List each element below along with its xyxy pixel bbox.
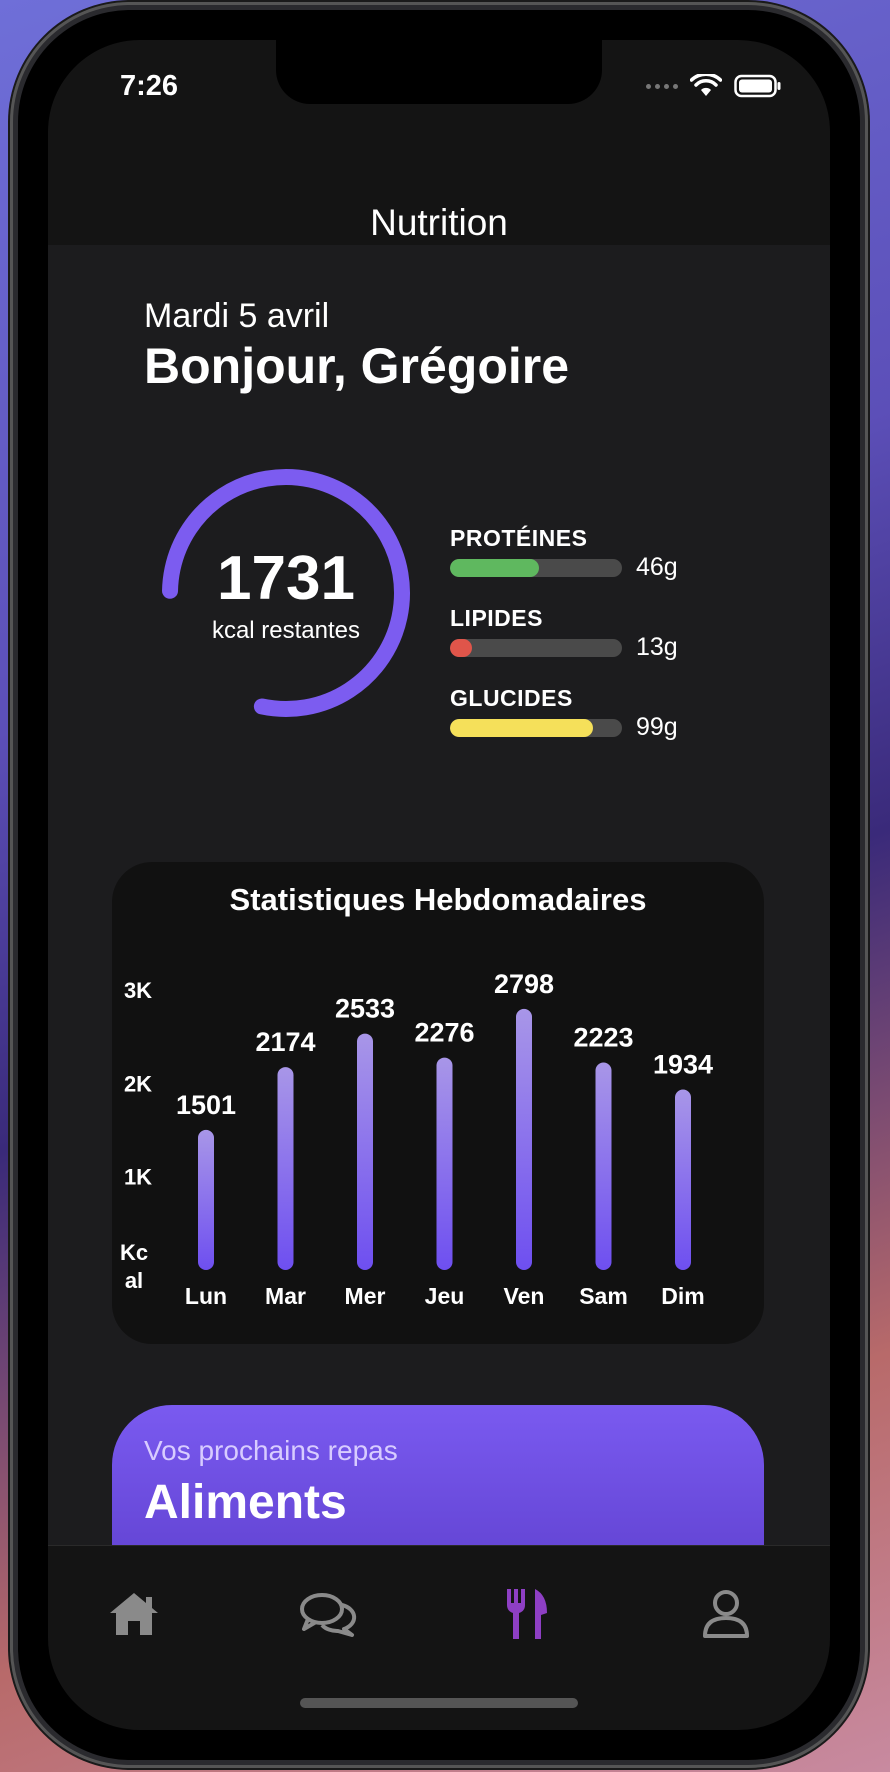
y-axis-unit-label: Kc — [120, 1240, 148, 1265]
x-tick-label: Mar — [265, 1283, 306, 1309]
macro-proteins-fill — [450, 559, 540, 577]
tab-chat[interactable] — [298, 1586, 358, 1642]
bar-value-label: 2174 — [255, 1027, 315, 1057]
wifi-icon — [690, 74, 722, 96]
macro-carbs-label: GLUCIDES — [450, 685, 573, 711]
tab-home[interactable] — [104, 1586, 164, 1642]
chart-bar — [198, 1129, 214, 1270]
status-icons — [646, 74, 782, 98]
macro-carbs-value: 99g — [636, 713, 678, 741]
macro-lipids-bar — [450, 639, 622, 657]
x-tick-label: Jeu — [425, 1283, 465, 1309]
x-tick-label: Sam — [579, 1283, 628, 1309]
macro-proteins-value: 46g — [636, 553, 678, 581]
chart-bar — [516, 1008, 532, 1270]
y-tick-label: 2K — [124, 1071, 152, 1096]
chart-bar — [436, 1057, 453, 1270]
macro-lipids-label: LIPIDES — [450, 605, 543, 631]
chat-bubbles-icon — [300, 1593, 357, 1637]
home-icon — [110, 1593, 158, 1635]
calories-remaining-label: kcal restantes — [211, 617, 361, 644]
status-time: 7:26 — [120, 70, 179, 102]
macro-carbs: GLUCIDES 99g — [450, 685, 710, 745]
tab-profile[interactable] — [696, 1586, 756, 1642]
current-date: Mardi 5 avril — [144, 297, 330, 335]
chart-bar — [277, 1067, 294, 1270]
weekly-stats-chart: 3K 2K 1K Kc al 1501 Lun 2174 Mar 2533 Mer 2276 Jeu 27… — [120, 969, 713, 1309]
calories-remaining-value: 1731 — [217, 544, 355, 613]
macro-carbs-bar — [450, 719, 622, 737]
macro-proteins-bar — [450, 559, 622, 577]
x-tick-label: Ven — [504, 1283, 545, 1309]
notch — [276, 40, 602, 104]
bar-value-label: 1501 — [176, 1090, 236, 1120]
upcoming-meals-title: Aliments — [144, 1476, 347, 1529]
app-screen: 7:26 Nutrition Mardi 5 avril Bonjour, Gr… — [48, 40, 830, 1730]
bar-value-label: 1934 — [653, 1049, 713, 1079]
chart-bar — [595, 1062, 612, 1270]
x-tick-label: Dim — [661, 1283, 704, 1309]
x-tick-label: Lun — [185, 1283, 227, 1309]
y-tick-label: 1K — [124, 1165, 152, 1190]
x-tick-label: Mer — [345, 1283, 386, 1309]
battery-icon — [734, 74, 781, 98]
greeting-text: Bonjour, Grégoire — [144, 338, 570, 394]
bar-value-label: 2223 — [573, 1023, 633, 1053]
macro-carbs-fill — [450, 719, 593, 737]
chart-bar — [357, 1033, 373, 1270]
chart-bar — [675, 1089, 691, 1270]
calorie-ring: 1731 kcal restantes — [158, 465, 414, 721]
y-tick-label: 3K — [124, 978, 152, 1003]
upcoming-meals-subtitle: Vos prochains repas — [144, 1435, 398, 1466]
macro-lipids: LIPIDES 13g — [450, 605, 710, 665]
page-title: Nutrition — [370, 202, 508, 243]
signal-icon — [646, 83, 678, 89]
weekly-stats-card: Statistiques Hebdomadaires 3K 2K 1K Kc al 150… — [112, 862, 764, 1344]
main-content[interactable]: Mardi 5 avril Bonjour, Grégoire 1731 kca… — [48, 245, 830, 1625]
tab-nutrition[interactable] — [496, 1586, 556, 1642]
bar-value-label: 2276 — [414, 1018, 474, 1048]
macro-proteins: PROTÉINES 46g — [450, 525, 710, 585]
macro-lipids-value: 13g — [636, 633, 678, 661]
person-icon — [703, 1590, 749, 1638]
home-indicator — [300, 1698, 578, 1708]
fork-knife-icon — [507, 1589, 547, 1639]
macro-proteins-label: PROTÉINES — [450, 525, 588, 551]
y-axis-unit-label: al — [125, 1268, 143, 1293]
bar-value-label: 2798 — [494, 969, 554, 999]
bar-value-label: 2533 — [335, 994, 395, 1024]
macro-lipids-fill — [450, 639, 473, 657]
